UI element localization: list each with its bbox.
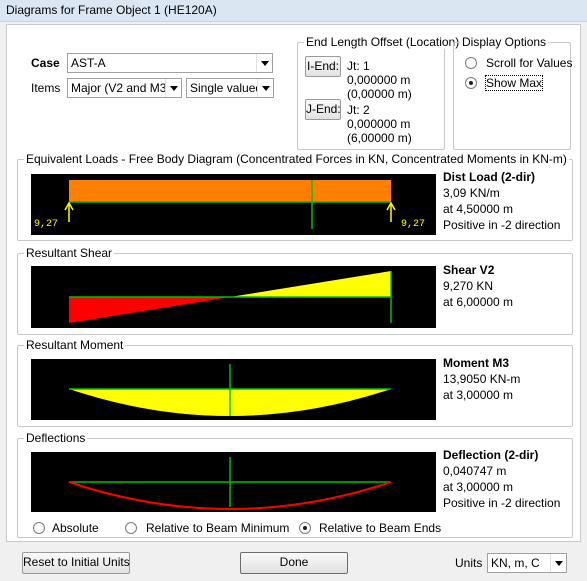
dist-load-bar xyxy=(69,180,391,202)
scroll-radio[interactable] xyxy=(465,57,477,69)
units-value: KN, m, C xyxy=(491,556,540,570)
shear-title: Resultant Shear xyxy=(24,246,115,260)
load-diagram: 9,27 9,27 xyxy=(31,174,436,235)
right-reaction-value: 9,27 xyxy=(401,219,426,230)
relative-minimum-radio[interactable] xyxy=(125,522,137,534)
shear-positive-area xyxy=(230,271,391,297)
shear-info: Shear V2 9,270 KN at 6,00000 m xyxy=(443,262,513,310)
j-end-joint: Jt: 2 xyxy=(347,103,370,117)
moment-value: 13,9050 KN-m xyxy=(443,372,521,386)
j-end-location: (6,00000 m) xyxy=(347,131,412,145)
chevron-down-icon xyxy=(550,554,566,572)
deflection-diagram-svg xyxy=(68,457,392,510)
deflection-location: at 3,00000 m xyxy=(443,480,514,494)
display-options-title: Display Options xyxy=(460,35,549,49)
deflection-diagram xyxy=(31,452,436,512)
items-label: Items xyxy=(31,81,61,95)
shear-heading: Shear V2 xyxy=(443,263,495,277)
equivalent-loads-title: Equivalent Loads - Free Body Diagram (Co… xyxy=(24,152,569,166)
absolute-radio[interactable] xyxy=(33,522,45,534)
j-end-offset: 0,000000 m xyxy=(347,117,411,131)
main-panel: Case AST-A Items Major (V2 and M3) Singl… xyxy=(6,24,581,542)
case-label: Case xyxy=(31,56,60,70)
moment-diagram xyxy=(31,359,436,420)
case-value: AST-A xyxy=(71,56,106,70)
deflection-heading: Deflection (2-dir) xyxy=(443,448,539,462)
end-offset-title: End Length Offset (Location) xyxy=(304,35,462,49)
show-max-label[interactable]: Show Max xyxy=(484,75,544,91)
done-button[interactable]: Done xyxy=(240,552,348,574)
deflection-title: Deflections xyxy=(24,431,88,445)
moment-title: Resultant Moment xyxy=(24,338,126,352)
moment-info: Moment M3 13,9050 KN-m at 3,00000 m xyxy=(443,355,520,403)
relative-ends-label[interactable]: Relative to Beam Ends xyxy=(319,521,441,535)
title-bar: Diagrams for Frame Object 1 (HE120A) xyxy=(0,0,587,22)
load-value: 3,09 KN/m xyxy=(443,186,500,200)
case-select[interactable]: AST-A xyxy=(67,53,273,73)
deflection-direction: Positive in -2 direction xyxy=(443,496,561,510)
moment-heading: Moment M3 xyxy=(443,356,509,370)
units-select[interactable]: KN, m, C xyxy=(487,553,567,573)
i-end-offset: 0,000000 m xyxy=(347,73,411,87)
load-direction: Positive in -2 direction xyxy=(443,218,561,232)
shear-value: 9,270 KN xyxy=(443,279,494,293)
load-location: at 4,50000 m xyxy=(443,202,514,216)
moment-diagram-svg xyxy=(69,364,391,416)
i-end-joint: Jt: 1 xyxy=(347,59,370,73)
diagram-window: Diagrams for Frame Object 1 (HE120A) Cas… xyxy=(0,0,587,581)
chevron-down-icon xyxy=(165,79,181,97)
load-heading: Dist Load (2-dir) xyxy=(443,170,535,184)
moment-location: at 3,00000 m xyxy=(443,388,514,402)
show-max-radio[interactable] xyxy=(465,77,477,89)
left-reaction-value: 9,27 xyxy=(34,219,59,230)
deflection-value: 0,040747 m xyxy=(443,464,507,478)
relative-minimum-label[interactable]: Relative to Beam Minimum xyxy=(146,521,289,535)
component-value: Major (V2 and M3) xyxy=(71,81,171,95)
relative-ends-radio[interactable] xyxy=(299,522,311,534)
chevron-down-icon xyxy=(257,79,273,97)
chevron-down-icon xyxy=(256,54,272,72)
shear-diagram xyxy=(31,266,436,328)
reset-units-button[interactable]: Reset to Initial Units xyxy=(22,552,130,574)
units-label: Units xyxy=(455,556,483,570)
j-end-button[interactable]: J-End: xyxy=(305,99,341,120)
i-end-button[interactable]: I-End: xyxy=(305,56,341,77)
shear-diagram-svg xyxy=(69,271,392,323)
deflection-info: Deflection (2-dir) 0,040747 m at 3,00000… xyxy=(443,447,560,511)
mode-value: Single valued xyxy=(190,81,263,95)
mode-select[interactable]: Single valued xyxy=(186,78,274,98)
component-select[interactable]: Major (V2 and M3) xyxy=(67,78,182,98)
absolute-label[interactable]: Absolute xyxy=(52,521,99,535)
window-title: Diagrams for Frame Object 1 (HE120A) xyxy=(6,3,217,17)
load-diagram-svg xyxy=(64,180,396,229)
i-end-location: (0,00000 m) xyxy=(347,87,412,101)
shear-location: at 6,00000 m xyxy=(443,295,514,309)
load-info: Dist Load (2-dir) 3,09 KN/m at 4,50000 m… xyxy=(443,169,560,233)
shear-negative-area xyxy=(69,297,230,323)
scroll-label[interactable]: Scroll for Values xyxy=(486,56,572,70)
